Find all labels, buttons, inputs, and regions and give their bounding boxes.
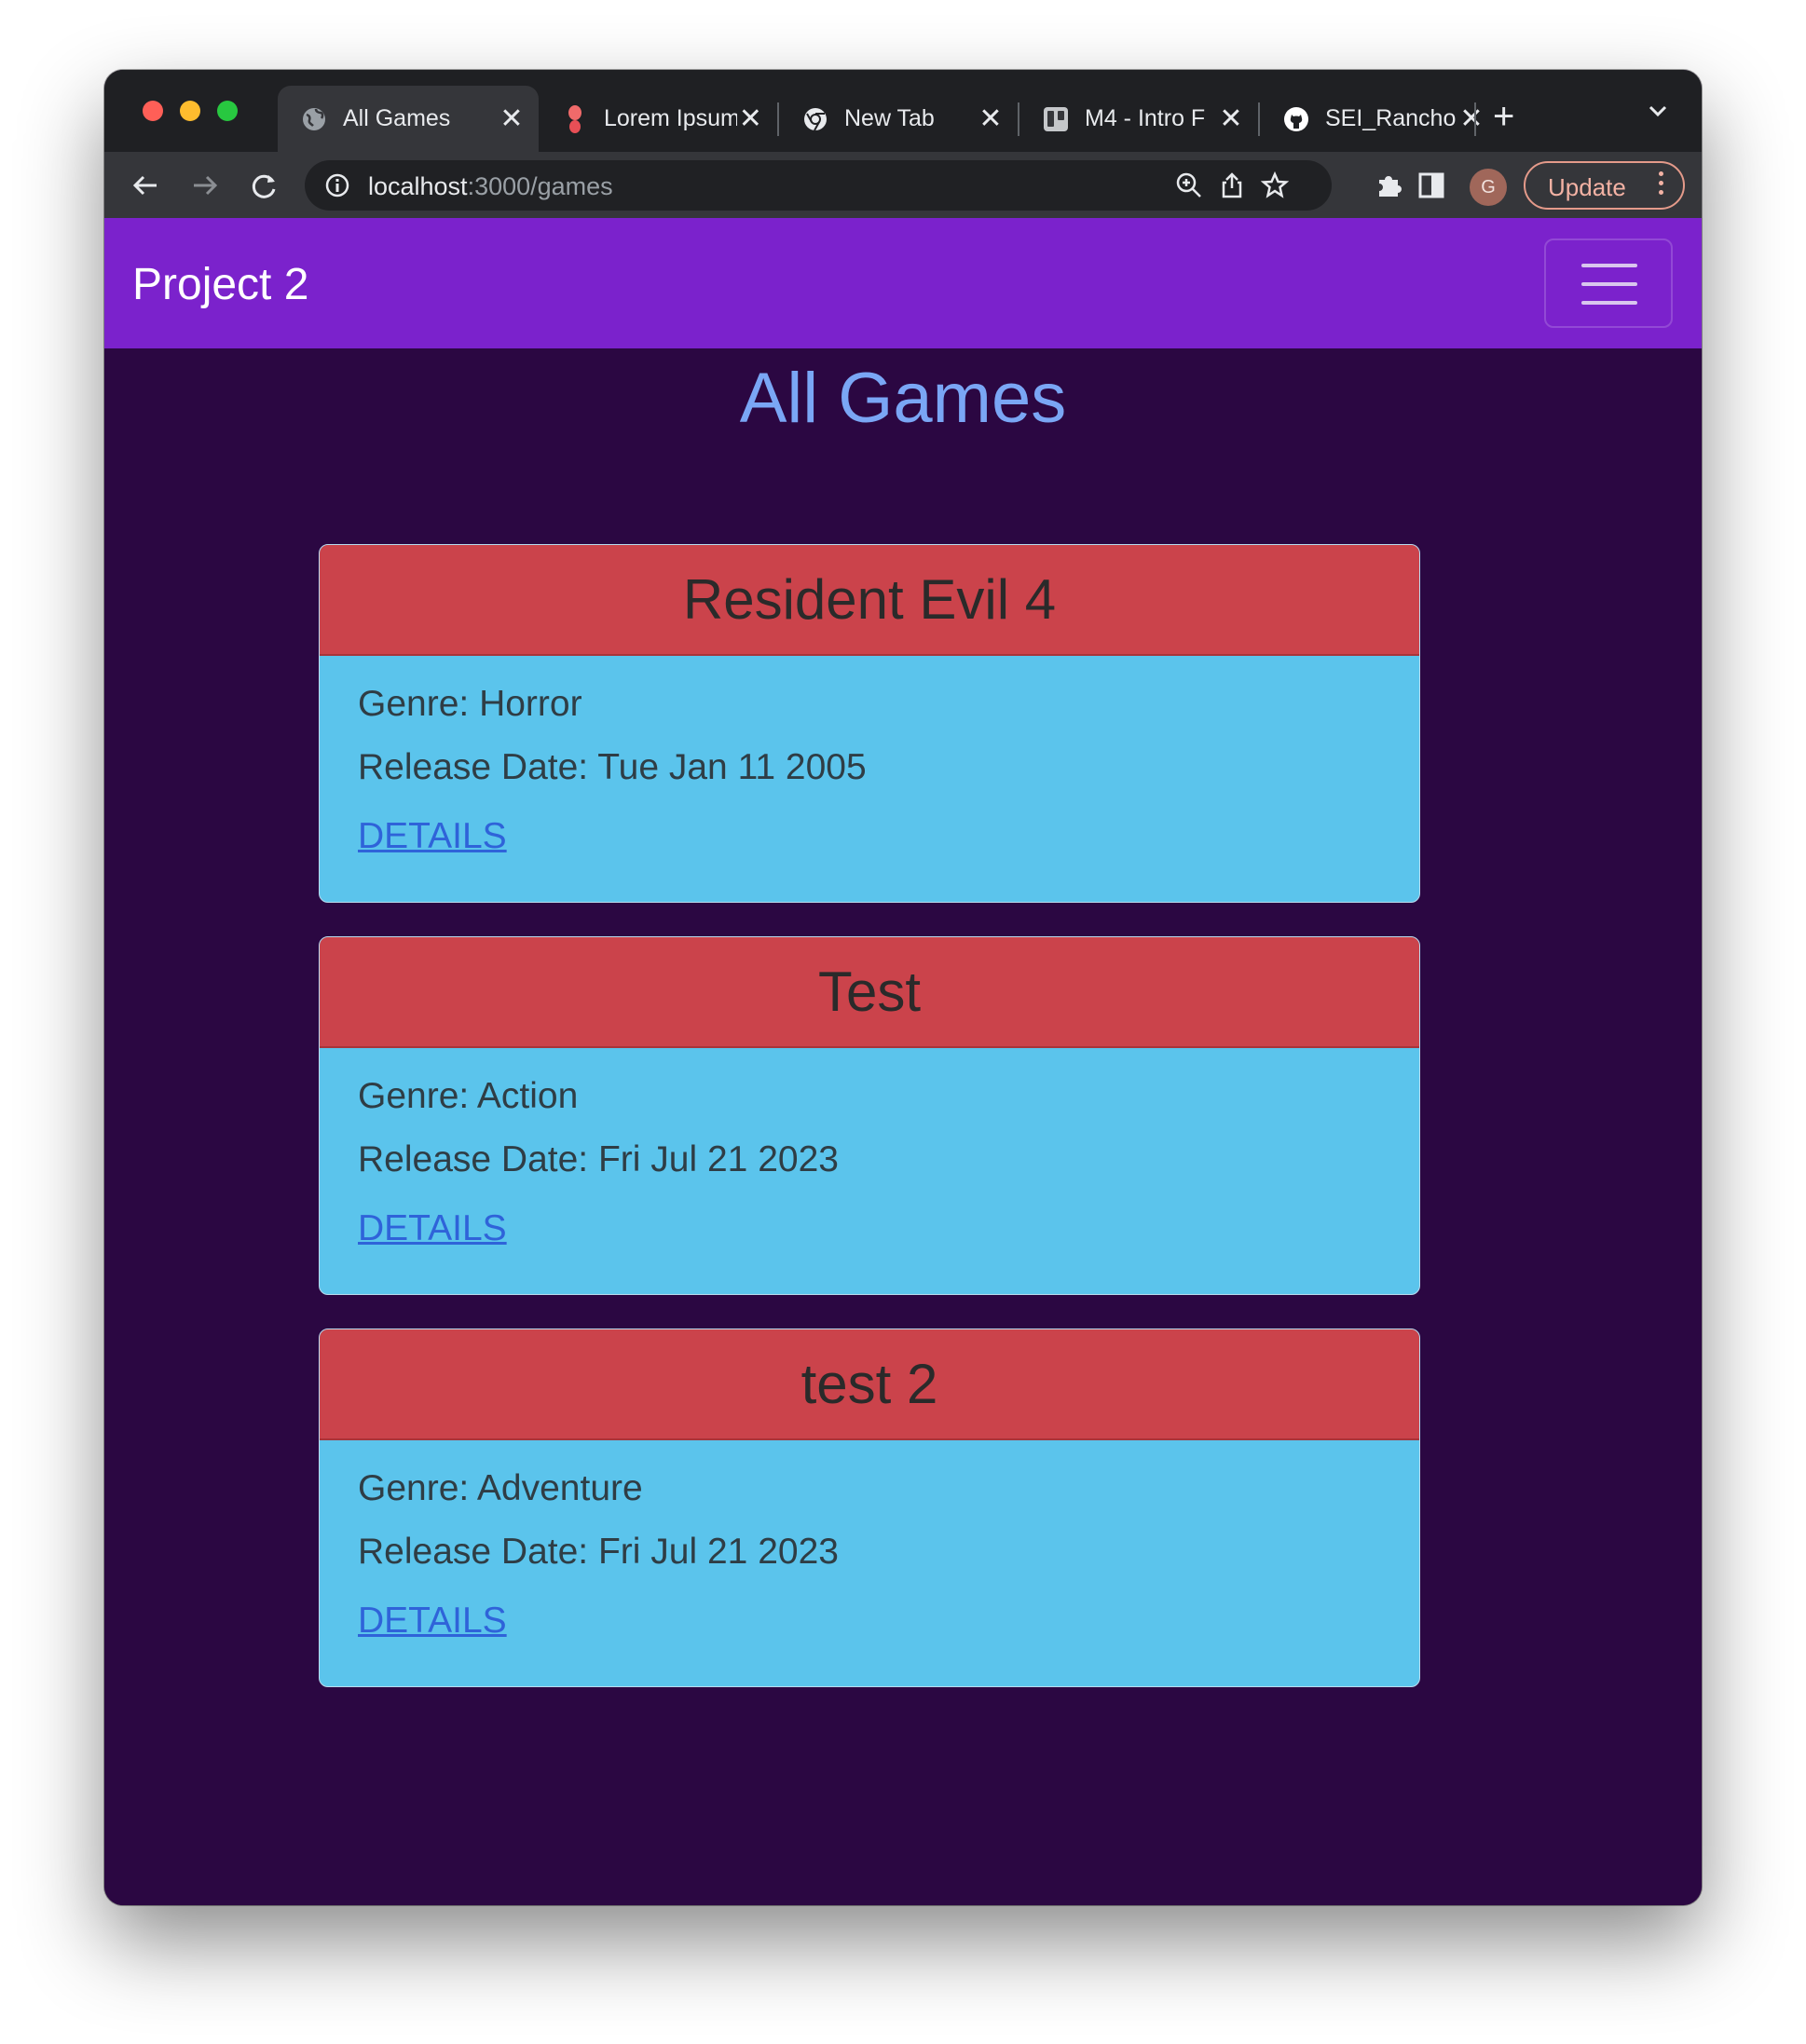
game-genre: Genre: Action bbox=[358, 1076, 579, 1116]
game-card: test 2 Genre: Adventure Release Date: Fr… bbox=[319, 1329, 1420, 1687]
close-icon[interactable]: ✕ bbox=[977, 102, 1005, 135]
game-title: Resident Evil 4 bbox=[320, 545, 1419, 656]
game-title: test 2 bbox=[320, 1329, 1419, 1440]
details-link[interactable]: DETAILS bbox=[358, 1601, 507, 1642]
menu-dots-icon[interactable] bbox=[1659, 171, 1664, 199]
address-bar[interactable]: localhost:3000/games bbox=[305, 160, 1332, 211]
tab-label: SEI_Rancho bbox=[1325, 105, 1457, 131]
share-icon[interactable] bbox=[1216, 170, 1248, 201]
update-button[interactable]: Update bbox=[1524, 161, 1685, 210]
tab-label: All Games bbox=[343, 105, 451, 131]
new-tab-button[interactable]: + bbox=[1493, 98, 1514, 135]
back-icon[interactable] bbox=[127, 167, 164, 204]
game-release-date: Release Date: Fri Jul 21 2023 bbox=[358, 1532, 839, 1572]
tab-label: Lorem Ipsum bbox=[604, 105, 737, 131]
game-title: Test bbox=[320, 937, 1419, 1048]
navbar-brand[interactable]: Project 2 bbox=[132, 259, 308, 310]
site-info-icon[interactable] bbox=[322, 170, 353, 201]
page-title: All Games bbox=[739, 359, 1067, 438]
minimize-window-button[interactable] bbox=[180, 101, 200, 121]
url-path: :3000/games bbox=[467, 172, 613, 200]
chrome-icon bbox=[801, 105, 829, 133]
game-genre: Genre: Horror bbox=[358, 684, 582, 724]
update-label: Update bbox=[1548, 173, 1626, 201]
card-body: Genre: Action Release Date: Fri Jul 21 2… bbox=[320, 1048, 1419, 1294]
tab-label: New Tab bbox=[844, 105, 935, 131]
tab-label: M4 - Intro F bbox=[1085, 105, 1206, 131]
globe-icon bbox=[300, 105, 328, 133]
details-link[interactable]: DETAILS bbox=[358, 1208, 507, 1249]
game-release-date: Release Date: Tue Jan 11 2005 bbox=[358, 747, 867, 787]
tab-separator bbox=[1474, 102, 1476, 136]
close-icon[interactable]: ✕ bbox=[1457, 102, 1485, 135]
ipsum-favicon-icon bbox=[561, 104, 589, 133]
extensions-icon[interactable] bbox=[1370, 167, 1407, 204]
details-link[interactable]: DETAILS bbox=[358, 816, 507, 857]
game-card: Resident Evil 4 Genre: Horror Release Da… bbox=[319, 544, 1420, 903]
close-icon[interactable]: ✕ bbox=[737, 102, 764, 135]
close-icon[interactable]: ✕ bbox=[1217, 102, 1245, 135]
close-window-button[interactable] bbox=[143, 101, 163, 121]
tab-search-icon[interactable] bbox=[1647, 102, 1669, 125]
side-panel-icon[interactable] bbox=[1413, 167, 1450, 204]
tab-lorem-ipsum[interactable]: Lorem Ipsum ✕ bbox=[539, 86, 777, 152]
github-icon bbox=[1282, 105, 1310, 133]
url-host: localhost bbox=[368, 172, 468, 200]
browser-toolbar: localhost:3000/games G Update bbox=[104, 152, 1702, 218]
bookmark-star-icon[interactable] bbox=[1259, 170, 1291, 201]
forward-icon[interactable] bbox=[186, 167, 224, 204]
tab-new-tab[interactable]: New Tab ✕ bbox=[779, 86, 1018, 152]
game-card: Test Genre: Action Release Date: Fri Jul… bbox=[319, 936, 1420, 1295]
close-icon[interactable]: ✕ bbox=[498, 102, 526, 135]
url-text: localhost:3000/games bbox=[368, 172, 613, 201]
profile-avatar[interactable]: G bbox=[1470, 169, 1507, 206]
tab-sei-rancho[interactable]: SEI_Rancho ✕ bbox=[1260, 86, 1498, 152]
card-body: Genre: Adventure Release Date: Fri Jul 2… bbox=[320, 1440, 1419, 1686]
browser-window: All Games ✕ Lorem Ipsum ✕ New Tab ✕ M4 -… bbox=[104, 70, 1702, 1905]
maximize-window-button[interactable] bbox=[217, 101, 238, 121]
zoom-icon[interactable] bbox=[1173, 170, 1205, 201]
tab-strip: All Games ✕ Lorem Ipsum ✕ New Tab ✕ M4 -… bbox=[104, 70, 1702, 152]
tab-all-games[interactable]: All Games ✕ bbox=[278, 86, 539, 152]
card-body: Genre: Horror Release Date: Tue Jan 11 2… bbox=[320, 656, 1419, 902]
navbar-toggler-button[interactable] bbox=[1544, 238, 1673, 328]
game-genre: Genre: Adventure bbox=[358, 1468, 643, 1508]
tab-m4-intro[interactable]: M4 - Intro F ✕ bbox=[1019, 86, 1258, 152]
page-content: Project 2 All Games Resident Evil 4 Genr… bbox=[104, 218, 1702, 1905]
game-release-date: Release Date: Fri Jul 21 2023 bbox=[358, 1139, 839, 1179]
navbar: Project 2 bbox=[104, 218, 1702, 348]
reload-icon[interactable] bbox=[246, 167, 283, 204]
trello-icon bbox=[1042, 105, 1070, 133]
